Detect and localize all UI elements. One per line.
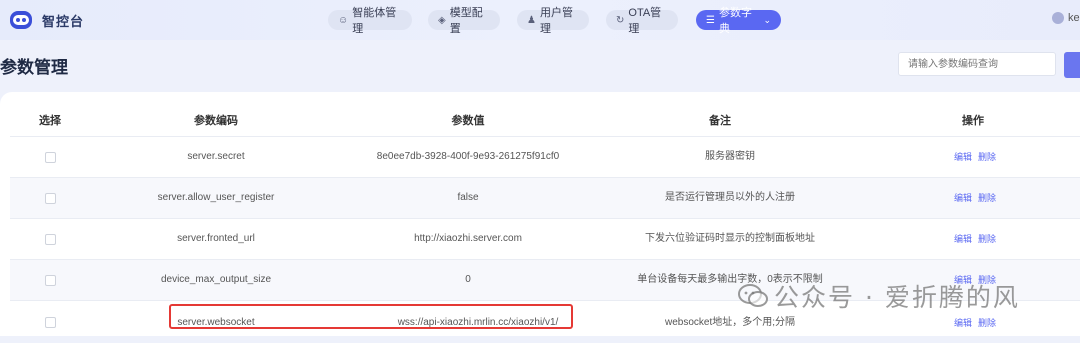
cell-note: 下发六位验证码时显示的控制面板地址 [645, 233, 815, 244]
refresh-icon: ↻ [616, 14, 625, 26]
page-title: 参数管理 [0, 58, 68, 77]
column-header-actions: 操作 [962, 115, 984, 127]
cell-value: http://xiaozhi.server.com [414, 233, 522, 244]
wechat-icon [738, 284, 768, 307]
cell-value: 8e0ee7db-3928-400f-9e93-261275f91cf0 [376, 151, 560, 162]
cell-note: 是否运行管理员以外的人注册 [665, 192, 795, 203]
row-checkbox[interactable] [45, 234, 56, 245]
nav-agent-management[interactable]: ☺ 智能体管理 [328, 7, 412, 35]
nav-label: 参数字典 [718, 7, 752, 35]
nav-model-config[interactable]: ◈ 模型配置 [428, 7, 500, 35]
cell-value: false [457, 192, 479, 203]
nav-user-management[interactable]: ♟ 用户管理 [517, 7, 589, 35]
delete-link[interactable]: 删除 [978, 219, 996, 259]
delete-link[interactable]: 删除 [978, 178, 996, 218]
chevron-down-icon: ⌄ [763, 14, 771, 25]
row-checkbox[interactable] [45, 317, 56, 328]
delete-link[interactable]: 删除 [978, 137, 996, 177]
nav-param-dictionary[interactable]: ☰ 参数字典 ⌄ [696, 7, 781, 35]
table-row: server.secret 8e0ee7db-3928-400f-9e93-26… [10, 136, 1080, 177]
user-name: ke [1068, 12, 1080, 24]
row-checkbox[interactable] [45, 193, 56, 204]
cell-code: server.secret [187, 151, 245, 162]
row-checkbox[interactable] [45, 275, 56, 286]
watermark: 公众号 · 爱折腾的风 [738, 278, 1020, 314]
cell-code: server.fronted_url [177, 233, 255, 244]
highlight-box [169, 304, 573, 329]
watermark-text: 公众号 · 爱折腾的风 [774, 283, 1020, 312]
robot-logo-icon [10, 11, 32, 29]
nav-label: 智能体管理 [352, 7, 397, 35]
cell-code: server.allow_user_register [157, 192, 275, 203]
search-input[interactable] [898, 52, 1056, 76]
avatar [1052, 12, 1064, 24]
layers-icon: ◈ [438, 14, 446, 26]
top-nav-bar: 智控台 ☺ 智能体管理 ◈ 模型配置 ♟ 用户管理 ↻ OTA管理 ☰ 参数字典… [0, 0, 1080, 40]
cell-code: device_max_output_size [160, 274, 272, 285]
edit-link[interactable]: 编辑 [954, 178, 972, 218]
cell-note: 服务器密钥 [705, 151, 755, 162]
nav-label: OTA管理 [628, 7, 662, 35]
table-row: server.fronted_url http://xiaozhi.server… [10, 218, 1080, 259]
brand-name: 智控台 [42, 14, 85, 29]
column-header-select: 选择 [39, 115, 61, 127]
user-menu[interactable]: ke [1052, 12, 1080, 24]
row-checkbox[interactable] [45, 152, 56, 163]
table-row: server.allow_user_register false 是否运行管理员… [10, 177, 1080, 218]
nav-label: 模型配置 [449, 7, 483, 35]
edit-link[interactable]: 编辑 [954, 219, 972, 259]
column-header-note: 备注 [709, 115, 731, 127]
user-icon: ♟ [527, 14, 536, 26]
edit-link[interactable]: 编辑 [954, 137, 972, 177]
column-header-value: 参数值 [451, 115, 485, 127]
search-button[interactable] [1064, 52, 1080, 78]
robot-icon: ☺ [338, 14, 349, 26]
nav-ota-management[interactable]: ↻ OTA管理 [606, 7, 678, 35]
dictionary-icon: ☰ [706, 14, 715, 26]
nav-label: 用户管理 [539, 7, 573, 35]
cell-value: 0 [465, 274, 471, 285]
column-header-code: 参数编码 [194, 115, 238, 127]
